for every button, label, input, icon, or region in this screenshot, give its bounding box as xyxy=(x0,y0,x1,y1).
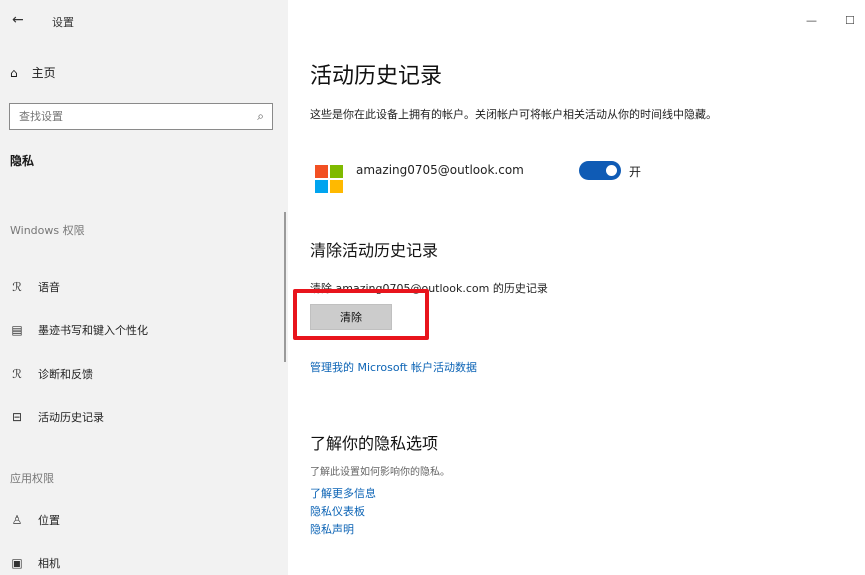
feedback-icon: ℛ xyxy=(12,367,22,381)
privacy-description: 了解此设置如何影响你的隐私。 xyxy=(310,467,450,478)
privacy-dashboard-link[interactable]: 隐私仪表板 xyxy=(310,503,365,519)
back-arrow-icon[interactable]: ← xyxy=(12,12,24,28)
sidebar-item-activity-history[interactable]: ⊟ 活动历史记录 xyxy=(10,409,104,425)
privacy-statement-link[interactable]: 隐私声明 xyxy=(310,521,354,537)
home-icon: ⌂ xyxy=(10,65,18,80)
timeline-icon: ⊟ xyxy=(11,410,23,424)
sidebar-item-label: 相机 xyxy=(38,557,60,570)
group-label-windows: Windows 权限 xyxy=(10,224,85,237)
sidebar-item-label: 位置 xyxy=(38,514,60,527)
notebook-icon: ▤ xyxy=(11,323,23,337)
sidebar-scrollbar[interactable] xyxy=(284,212,286,362)
sidebar-item-label: 墨迹书写和键入个性化 xyxy=(38,324,148,337)
sidebar-item-speech[interactable]: ℛ 语音 xyxy=(10,279,60,295)
sidebar-item-label: 活动历史记录 xyxy=(38,411,104,424)
sidebar-item-home[interactable]: ⌂ 主页 xyxy=(10,64,56,81)
highlight-frame xyxy=(293,289,429,340)
toggle-state-label: 开 xyxy=(629,165,642,179)
category-title: 隐私 xyxy=(10,154,35,168)
sidebar-item-label: 语音 xyxy=(38,281,60,294)
privacy-section-title: 了解你的隐私选项 xyxy=(310,434,439,453)
search-box[interactable]: ⌕ xyxy=(9,103,273,130)
clear-section-title: 清除活动历史记录 xyxy=(310,241,439,260)
location-icon: ♙ xyxy=(11,513,23,527)
page-description: 这些是你在此设备上拥有的帐户。关闭帐户可将帐户相关活动从你的时间线中隐藏。 xyxy=(310,108,717,121)
account-email: amazing0705@outlook.com xyxy=(356,163,524,177)
minimize-icon[interactable]: — xyxy=(806,14,817,27)
group-label-app: 应用权限 xyxy=(10,472,54,485)
camera-icon: ▣ xyxy=(11,556,23,570)
sidebar-item-diagnostics[interactable]: ℛ 诊断和反馈 xyxy=(10,366,93,382)
sidebar-item-inking[interactable]: ▤ 墨迹书写和键入个性化 xyxy=(10,322,148,338)
search-icon[interactable]: ⌕ xyxy=(257,109,264,124)
sidebar-item-camera[interactable]: ▣ 相机 xyxy=(10,555,60,571)
learn-more-link[interactable]: 了解更多信息 xyxy=(310,485,376,501)
maximize-icon[interactable]: ☐ xyxy=(845,14,855,27)
account-toggle[interactable] xyxy=(579,161,621,180)
toggle-knob xyxy=(606,165,617,176)
window-title: 设置 xyxy=(52,16,74,29)
sidebar-item-home-label: 主页 xyxy=(31,66,56,80)
manage-activity-link[interactable]: 管理我的 Microsoft 帐户活动数据 xyxy=(310,359,477,375)
sidebar-item-label: 诊断和反馈 xyxy=(38,368,93,381)
speech-icon: ℛ xyxy=(12,280,22,294)
sidebar: ← 设置 ⌂ 主页 ⌕ 隐私 Windows 权限 ℛ 语音 ▤ 墨迹书写和键入… xyxy=(0,0,288,575)
sidebar-item-location[interactable]: ♙ 位置 xyxy=(10,512,60,528)
page-title: 活动历史记录 xyxy=(310,64,443,89)
search-input[interactable] xyxy=(10,104,240,129)
microsoft-logo-icon xyxy=(315,165,343,193)
